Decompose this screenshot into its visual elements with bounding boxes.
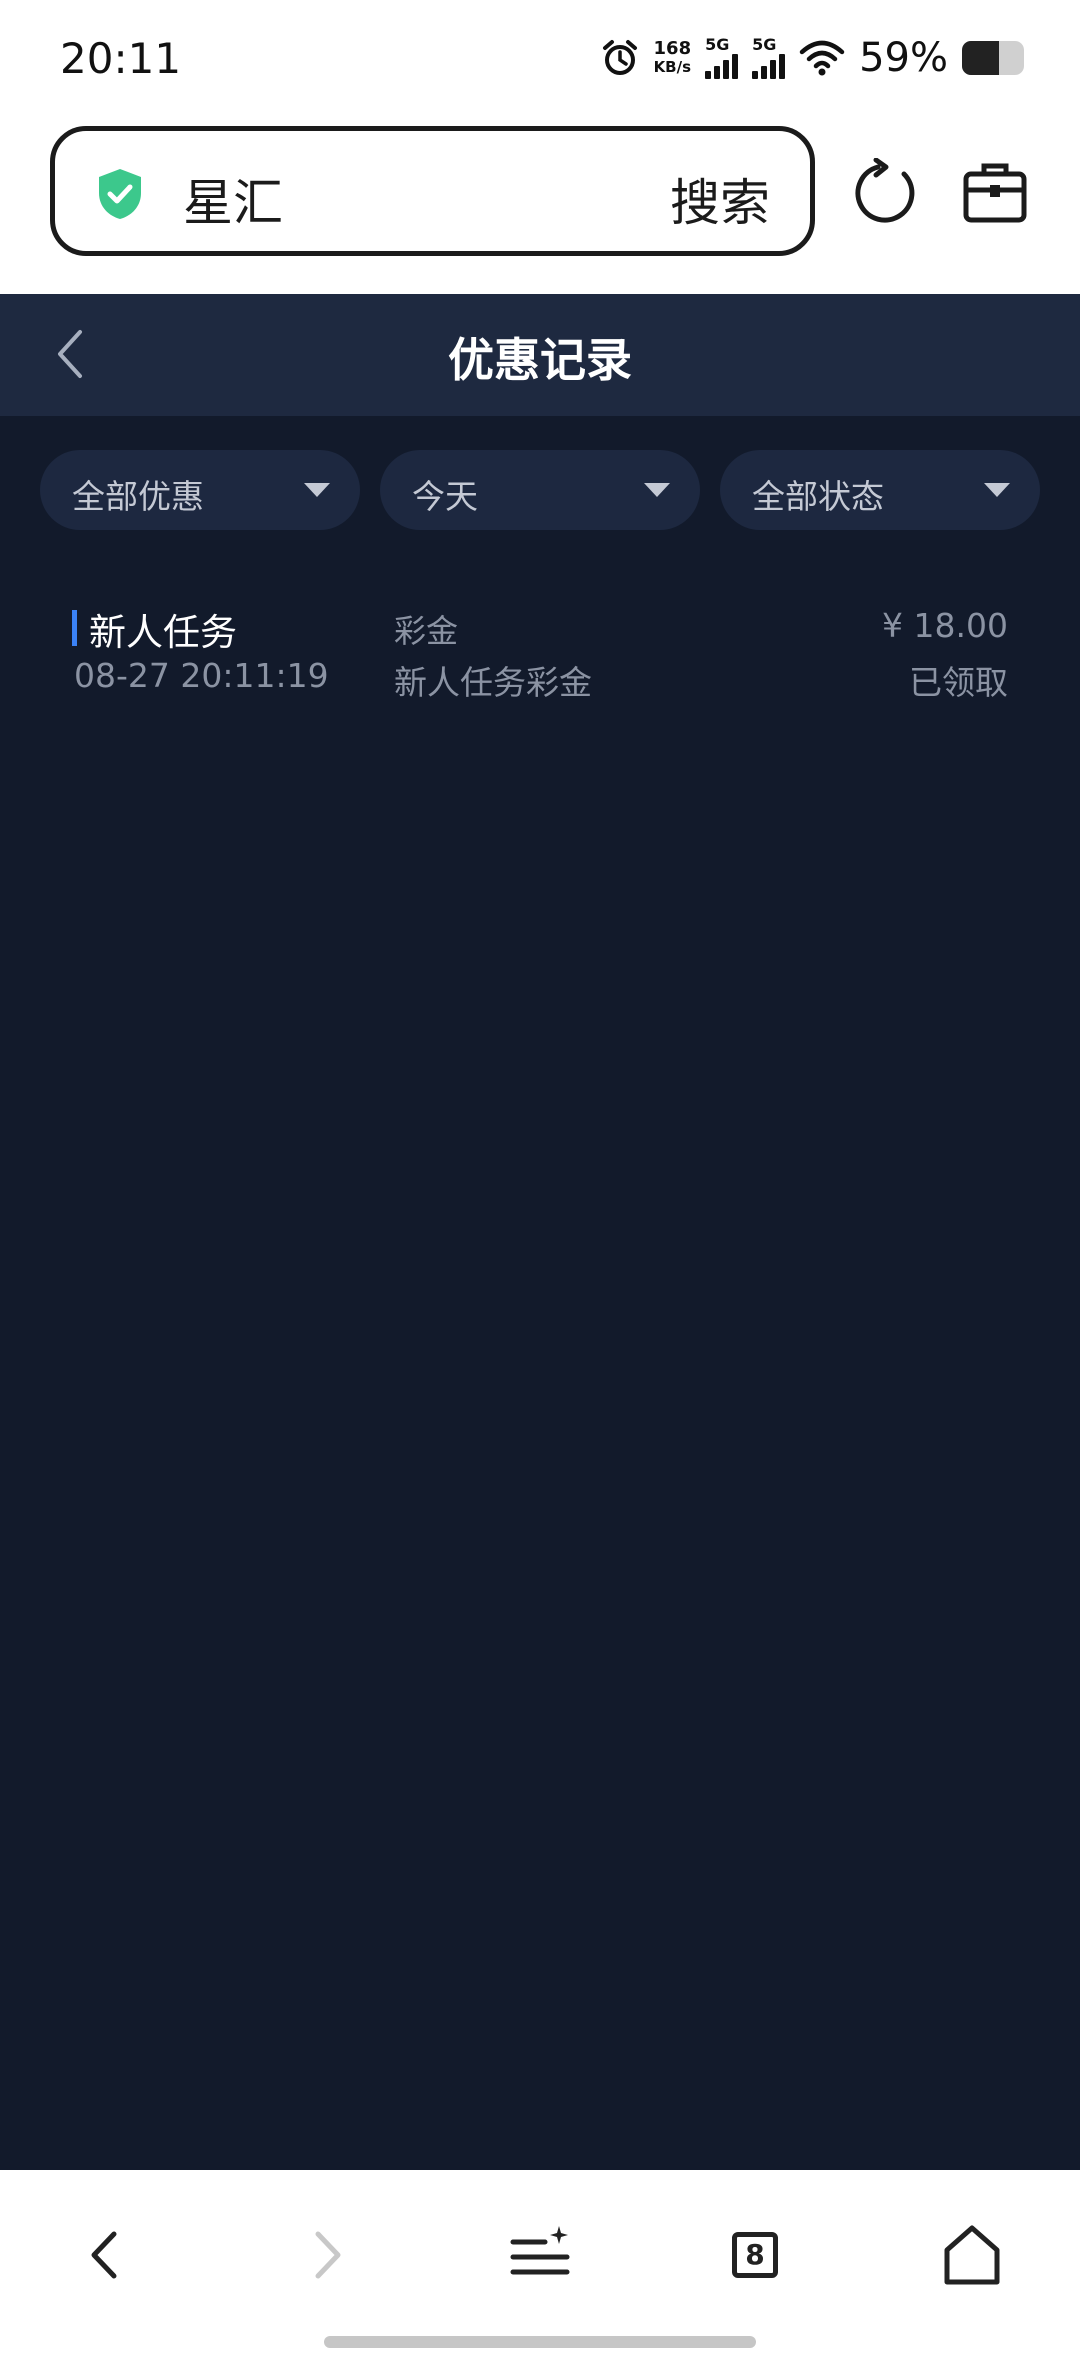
record-time: 08-27 20:11:19 bbox=[74, 656, 329, 695]
record-status: 已领取 bbox=[909, 663, 1008, 702]
sim2-signal-icon: 5G bbox=[752, 35, 786, 79]
record-type: 彩金 bbox=[394, 612, 459, 650]
sim2-label: 5G bbox=[752, 35, 777, 54]
sim1-label: 5G bbox=[705, 35, 730, 54]
battery-icon bbox=[962, 41, 1024, 75]
status-bar: 20:11 168 KB/s 5G 5G 59% bbox=[0, 0, 1080, 118]
filter-bar: 全部优惠 今天 全部状态 bbox=[40, 450, 1040, 530]
back-icon[interactable] bbox=[72, 2220, 142, 2290]
search-button[interactable]: 搜索 bbox=[670, 163, 770, 235]
network-speed-unit: KB/s bbox=[653, 58, 692, 76]
filter-label: 全部优惠 bbox=[72, 477, 204, 516]
battery-fill bbox=[962, 41, 999, 75]
wifi-icon bbox=[799, 40, 845, 76]
browser-toolbar: 星汇 搜索 bbox=[0, 118, 1080, 294]
filter-label: 今天 bbox=[412, 477, 478, 516]
record-description: 新人任务彩金 bbox=[394, 663, 592, 702]
refresh-icon[interactable] bbox=[852, 158, 922, 228]
tabs-button[interactable]: 8 bbox=[720, 2220, 790, 2290]
alarm-icon bbox=[602, 40, 637, 75]
address-bar[interactable]: 星汇 搜索 bbox=[50, 126, 815, 256]
caret-down-icon bbox=[984, 483, 1010, 497]
record-title: 新人任务 bbox=[89, 611, 237, 654]
home-icon[interactable] bbox=[937, 2220, 1007, 2290]
status-icons: 168 KB/s 5G 5G 59% bbox=[600, 30, 1024, 86]
site-name: 星汇 bbox=[183, 174, 283, 232]
sim1-signal-icon: 5G bbox=[705, 35, 739, 79]
toolbox-icon[interactable] bbox=[960, 158, 1030, 228]
network-speed: 168 KB/s bbox=[653, 38, 692, 77]
accent-bar bbox=[72, 610, 77, 646]
filter-status[interactable]: 全部状态 bbox=[720, 450, 1040, 530]
battery-percent: 59% bbox=[859, 35, 948, 81]
filter-label: 全部状态 bbox=[752, 477, 884, 516]
record-amount: ¥ 18.00 bbox=[882, 606, 1008, 645]
home-indicator[interactable] bbox=[324, 2336, 756, 2348]
tab-count: 8 bbox=[732, 2232, 778, 2278]
filter-date[interactable]: 今天 bbox=[380, 450, 700, 530]
network-speed-value: 168 bbox=[653, 38, 692, 59]
menu-icon[interactable] bbox=[505, 2220, 575, 2290]
page-title: 优惠记录 bbox=[448, 333, 632, 387]
forward-icon[interactable] bbox=[290, 2220, 360, 2290]
caret-down-icon bbox=[644, 483, 670, 497]
signal-bars-icon bbox=[752, 53, 786, 79]
status-time: 20:11 bbox=[60, 34, 182, 83]
list-item[interactable]: 新人任务 08-27 20:11:19 彩金 新人任务彩金 ¥ 18.00 已领… bbox=[72, 598, 1008, 708]
filter-promo-type[interactable]: 全部优惠 bbox=[40, 450, 360, 530]
caret-down-icon bbox=[304, 483, 330, 497]
signal-bars-icon bbox=[705, 53, 739, 79]
app-header: 优惠记录 bbox=[0, 294, 1080, 416]
shield-check-icon bbox=[99, 169, 141, 219]
